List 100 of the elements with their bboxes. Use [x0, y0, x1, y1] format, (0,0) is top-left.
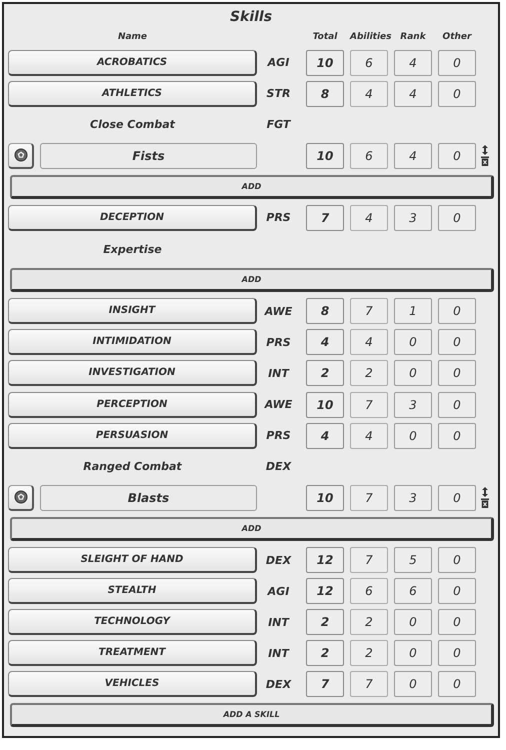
- group-label: Ranged Combat: [82, 460, 183, 474]
- other-field[interactable]: 0: [438, 50, 476, 76]
- other-field[interactable]: 0: [438, 578, 476, 604]
- dice-button[interactable]: [8, 142, 34, 169]
- abilities-field[interactable]: 6: [350, 142, 388, 169]
- rank-field[interactable]: 0: [394, 360, 432, 386]
- dice-icon: [14, 490, 28, 504]
- dice-button[interactable]: [8, 484, 34, 511]
- abilities-field[interactable]: 4: [350, 422, 388, 449]
- total-field[interactable]: 10: [306, 50, 344, 76]
- total-field[interactable]: 8: [306, 298, 344, 324]
- dice-icon: [14, 148, 28, 162]
- total-field[interactable]: 7: [306, 204, 344, 231]
- abilities-field[interactable]: 4: [350, 80, 388, 107]
- other-field[interactable]: 0: [438, 640, 476, 666]
- total-field[interactable]: 2: [306, 609, 344, 636]
- total-field[interactable]: 2: [306, 640, 344, 666]
- total-field[interactable]: 4: [306, 329, 344, 356]
- total-field[interactable]: 12: [306, 547, 344, 573]
- other-field[interactable]: 0: [438, 484, 476, 511]
- rank-field[interactable]: 0: [394, 329, 432, 356]
- add-button[interactable]: ADD: [10, 268, 494, 292]
- skill-button[interactable]: DECEPTION: [8, 204, 257, 231]
- column-header: Other: [442, 32, 473, 42]
- abilities-field[interactable]: 2: [350, 360, 388, 386]
- abilities-field[interactable]: 7: [350, 547, 388, 573]
- abilities-field[interactable]: 2: [350, 609, 388, 636]
- ability-label: AGI: [266, 56, 290, 69]
- total-field[interactable]: 10: [306, 142, 344, 169]
- other-field[interactable]: 0: [438, 392, 476, 418]
- group-label: Expertise: [102, 242, 163, 256]
- abilities-field[interactable]: 7: [350, 671, 388, 698]
- ability-label: DEX: [264, 678, 292, 691]
- abilities-field[interactable]: 6: [350, 578, 388, 604]
- rank-field[interactable]: 0: [394, 640, 432, 666]
- other-field[interactable]: 0: [438, 609, 476, 636]
- column-header: Total: [312, 32, 338, 42]
- ability-label: PRS: [265, 336, 292, 349]
- skill-button[interactable]: ATHLETICS: [8, 80, 257, 107]
- total-field[interactable]: 12: [306, 578, 344, 604]
- trash-icon[interactable]: [481, 156, 489, 166]
- other-field[interactable]: 0: [438, 360, 476, 386]
- abilities-field[interactable]: 4: [350, 329, 388, 356]
- ability-label: PRS: [265, 429, 292, 442]
- other-field[interactable]: 0: [438, 80, 476, 107]
- name-field[interactable]: Fists: [40, 142, 257, 169]
- skill-button[interactable]: VEHICLES: [8, 671, 257, 698]
- total-field[interactable]: 10: [306, 392, 344, 418]
- ability-label: AWE: [263, 304, 294, 318]
- abilities-field[interactable]: 6: [350, 50, 388, 76]
- ability-label: AWE: [263, 398, 294, 412]
- skill-button[interactable]: PERSUASION: [8, 422, 257, 449]
- other-field[interactable]: 0: [438, 422, 476, 449]
- skill-button[interactable]: SLEIGHT OF HAND: [8, 547, 257, 573]
- rank-field[interactable]: 5: [394, 547, 432, 573]
- add-button[interactable]: ADD: [10, 516, 494, 541]
- rank-field[interactable]: 4: [394, 50, 432, 76]
- add-button[interactable]: ADD: [10, 174, 494, 199]
- skill-button[interactable]: PERCEPTION: [8, 392, 257, 418]
- rank-field[interactable]: 3: [394, 204, 432, 231]
- skill-button[interactable]: INVESTIGATION: [8, 360, 257, 386]
- name-field[interactable]: Blasts: [40, 484, 257, 511]
- total-field[interactable]: 4: [306, 422, 344, 449]
- skill-button[interactable]: INTIMIDATION: [8, 329, 257, 356]
- total-field[interactable]: 7: [306, 671, 344, 698]
- rank-field[interactable]: 0: [394, 671, 432, 698]
- total-field[interactable]: 2: [306, 360, 344, 386]
- rank-field[interactable]: 3: [394, 392, 432, 418]
- skill-button[interactable]: TREATMENT: [8, 640, 257, 666]
- other-field[interactable]: 0: [438, 298, 476, 324]
- skill-button[interactable]: INSIGHT: [8, 298, 257, 324]
- sort-icon[interactable]: [481, 487, 489, 498]
- sort-icon[interactable]: [481, 145, 489, 156]
- rank-field[interactable]: 6: [394, 578, 432, 604]
- trash-icon[interactable]: [481, 498, 489, 508]
- rank-field[interactable]: 1: [394, 298, 432, 324]
- abilities-field[interactable]: 2: [350, 640, 388, 666]
- ability-label: INT: [267, 366, 290, 380]
- total-field[interactable]: 8: [306, 80, 344, 107]
- rank-field[interactable]: 0: [394, 422, 432, 449]
- rank-field[interactable]: 4: [394, 142, 432, 169]
- abilities-field[interactable]: 7: [350, 392, 388, 418]
- rank-field[interactable]: 4: [394, 80, 432, 107]
- other-field[interactable]: 0: [438, 204, 476, 231]
- skill-button[interactable]: ACROBATICS: [8, 50, 257, 76]
- total-field[interactable]: 10: [306, 484, 344, 511]
- rank-field[interactable]: 3: [394, 484, 432, 511]
- abilities-field[interactable]: 7: [350, 298, 388, 324]
- skill-button[interactable]: TECHNOLOGY: [8, 609, 257, 636]
- add-skill-button[interactable]: ADD A SKILL: [10, 703, 494, 728]
- skill-button[interactable]: STEALTH: [8, 578, 257, 604]
- ability-label: AGI: [266, 584, 290, 598]
- other-field[interactable]: 0: [438, 329, 476, 356]
- ability-label: INT: [267, 646, 290, 660]
- other-field[interactable]: 0: [438, 547, 476, 573]
- other-field[interactable]: 0: [438, 671, 476, 698]
- other-field[interactable]: 0: [438, 142, 476, 169]
- rank-field[interactable]: 0: [394, 609, 432, 636]
- abilities-field[interactable]: 7: [350, 484, 388, 511]
- abilities-field[interactable]: 4: [350, 204, 388, 231]
